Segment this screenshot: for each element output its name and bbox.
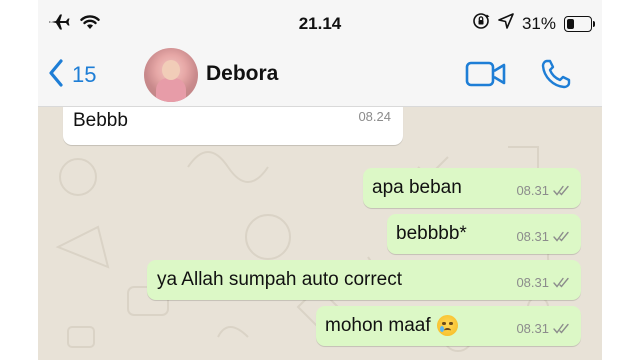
read-receipt-icon: [553, 321, 571, 339]
message-time: 08.31: [516, 229, 549, 244]
battery-level-fill: [567, 18, 574, 29]
phone-call-icon: [540, 59, 572, 94]
location-arrow-icon: [498, 13, 514, 34]
message-bubble-outgoing[interactable]: mohon maaf 08.31: [316, 306, 581, 346]
message-bubble-outgoing[interactable]: apa beban 08.31: [363, 168, 581, 208]
contact-name[interactable]: Debora: [206, 62, 278, 86]
message-bubble-incoming[interactable]: Bebbb 08.24: [63, 107, 403, 145]
video-call-button[interactable]: [465, 60, 507, 93]
read-receipt-icon: [553, 183, 571, 201]
phone-screen: 21.14 31% 15 Debora Bebbb 08.24 apa beba…: [38, 0, 602, 360]
message-text: apa beban: [372, 177, 462, 198]
message-bubble-outgoing[interactable]: bebbbb* 08.31: [387, 214, 581, 254]
chat-header: 15 Debora: [38, 46, 602, 107]
message-text: ya Allah sumpah auto correct: [157, 269, 403, 290]
back-button[interactable]: 15: [48, 58, 96, 92]
avatar-figure-body: [156, 78, 186, 102]
chevron-left-icon: [48, 58, 64, 92]
read-receipt-icon: [553, 275, 571, 293]
avatar-figure-face: [162, 60, 180, 80]
message-text-row: mohon maaf: [325, 315, 458, 337]
unread-chats-count: 15: [72, 62, 97, 87]
chat-area[interactable]: Bebbb 08.24 apa beban 08.31 bebbbb* 08.3…: [38, 107, 602, 360]
message-text: Bebbb: [73, 110, 128, 131]
message-bubble-outgoing[interactable]: ya Allah sumpah auto correct 08.31: [147, 260, 581, 300]
emoji-mouth: [443, 328, 451, 333]
video-call-icon: [465, 61, 507, 92]
message-time: 08.31: [516, 275, 549, 290]
message-time: 08.31: [516, 183, 549, 198]
avatar[interactable]: [144, 48, 198, 102]
battery-percent: 31%: [521, 13, 556, 33]
message-text: bebbbb*: [396, 223, 467, 244]
crying-face-emoji: [436, 315, 458, 337]
battery-icon: [564, 15, 595, 32]
message-text: mohon maaf: [325, 315, 431, 336]
read-receipt-icon: [553, 229, 571, 247]
status-right: 31%: [472, 12, 595, 35]
message-time: 08.31: [516, 321, 549, 336]
status-bar: 21.14 31%: [38, 0, 602, 46]
voice-call-button[interactable]: [540, 58, 572, 95]
message-time: 08.24: [358, 109, 391, 124]
orientation-lock-icon: [472, 12, 490, 35]
